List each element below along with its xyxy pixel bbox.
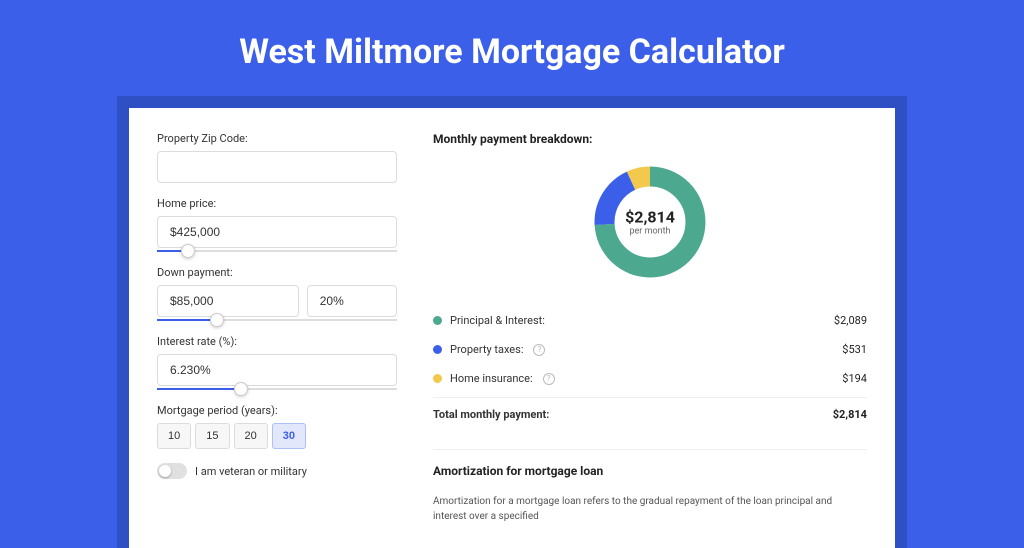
legend-dot — [433, 345, 442, 354]
period-btn-20[interactable]: 20 — [234, 423, 268, 449]
zip-field: Property Zip Code: — [157, 132, 397, 183]
legend-row: Principal & Interest: $2,089 — [433, 306, 867, 335]
downpayment-slider[interactable] — [157, 319, 397, 321]
legend-row: Property taxes:? $531 — [433, 335, 867, 364]
form-column: Property Zip Code: Home price: Down paym… — [157, 132, 397, 524]
period-field: Mortgage period (years): 10152030 — [157, 404, 397, 449]
period-buttons: 10152030 — [157, 423, 397, 449]
legend-dot — [433, 316, 442, 325]
legend-value: $2,089 — [834, 314, 867, 327]
divider — [433, 449, 867, 450]
period-btn-10[interactable]: 10 — [157, 423, 191, 449]
card-outer: Property Zip Code: Home price: Down paym… — [117, 96, 907, 548]
total-label: Total monthly payment: — [433, 408, 549, 421]
period-btn-15[interactable]: 15 — [195, 423, 229, 449]
calculator-card: Property Zip Code: Home price: Down paym… — [129, 108, 895, 548]
homeprice-slider-thumb[interactable] — [181, 244, 195, 258]
legend-label: Principal & Interest: — [450, 314, 545, 327]
homeprice-slider[interactable] — [157, 250, 397, 252]
info-icon[interactable]: ? — [543, 373, 555, 385]
donut-center: $2,814 per month — [625, 208, 675, 237]
donut-wrap: $2,814 per month — [433, 162, 867, 282]
legend-value: $531 — [842, 343, 867, 356]
legend-dot — [433, 374, 442, 383]
homeprice-field: Home price: — [157, 197, 397, 252]
legend-label: Home insurance: — [450, 372, 533, 385]
amortization-text: Amortization for a mortgage loan refers … — [433, 494, 867, 524]
interest-field: Interest rate (%): — [157, 335, 397, 390]
breakdown-column: Monthly payment breakdown: $2,814 per mo… — [433, 132, 867, 524]
breakdown-title: Monthly payment breakdown: — [433, 132, 867, 146]
interest-input[interactable] — [157, 354, 397, 386]
legend-row: Home insurance:? $194 — [433, 364, 867, 393]
veteran-label: I am veteran or military — [195, 465, 307, 478]
legend-label: Property taxes: — [450, 343, 523, 356]
total-value: $2,814 — [833, 408, 867, 421]
page-title: West Miltmore Mortgage Calculator — [0, 0, 1024, 96]
downpayment-input[interactable] — [157, 285, 299, 317]
veteran-toggle[interactable] — [157, 463, 187, 479]
interest-label: Interest rate (%): — [157, 335, 397, 348]
homeprice-input[interactable] — [157, 216, 397, 248]
zip-label: Property Zip Code: — [157, 132, 397, 145]
donut-amount: $2,814 — [625, 208, 675, 227]
amortization-title: Amortization for mortgage loan — [433, 464, 867, 478]
downpayment-pct-input[interactable] — [307, 285, 397, 317]
legend-value: $194 — [842, 372, 867, 385]
toggle-knob — [159, 465, 171, 477]
period-label: Mortgage period (years): — [157, 404, 397, 417]
zip-input[interactable] — [157, 151, 397, 183]
interest-slider-thumb[interactable] — [234, 382, 248, 396]
legend-list: Principal & Interest: $2,089 Property taxe… — [433, 306, 867, 393]
veteran-row: I am veteran or military — [157, 463, 397, 479]
downpayment-field: Down payment: — [157, 266, 397, 321]
info-icon[interactable]: ? — [533, 344, 545, 356]
total-row: Total monthly payment: $2,814 — [433, 397, 867, 431]
downpayment-slider-thumb[interactable] — [210, 313, 224, 327]
period-btn-30[interactable]: 30 — [272, 423, 306, 449]
homeprice-label: Home price: — [157, 197, 397, 210]
interest-slider[interactable] — [157, 388, 397, 390]
donut-chart: $2,814 per month — [590, 162, 710, 282]
downpayment-label: Down payment: — [157, 266, 397, 279]
donut-sub: per month — [625, 227, 675, 237]
